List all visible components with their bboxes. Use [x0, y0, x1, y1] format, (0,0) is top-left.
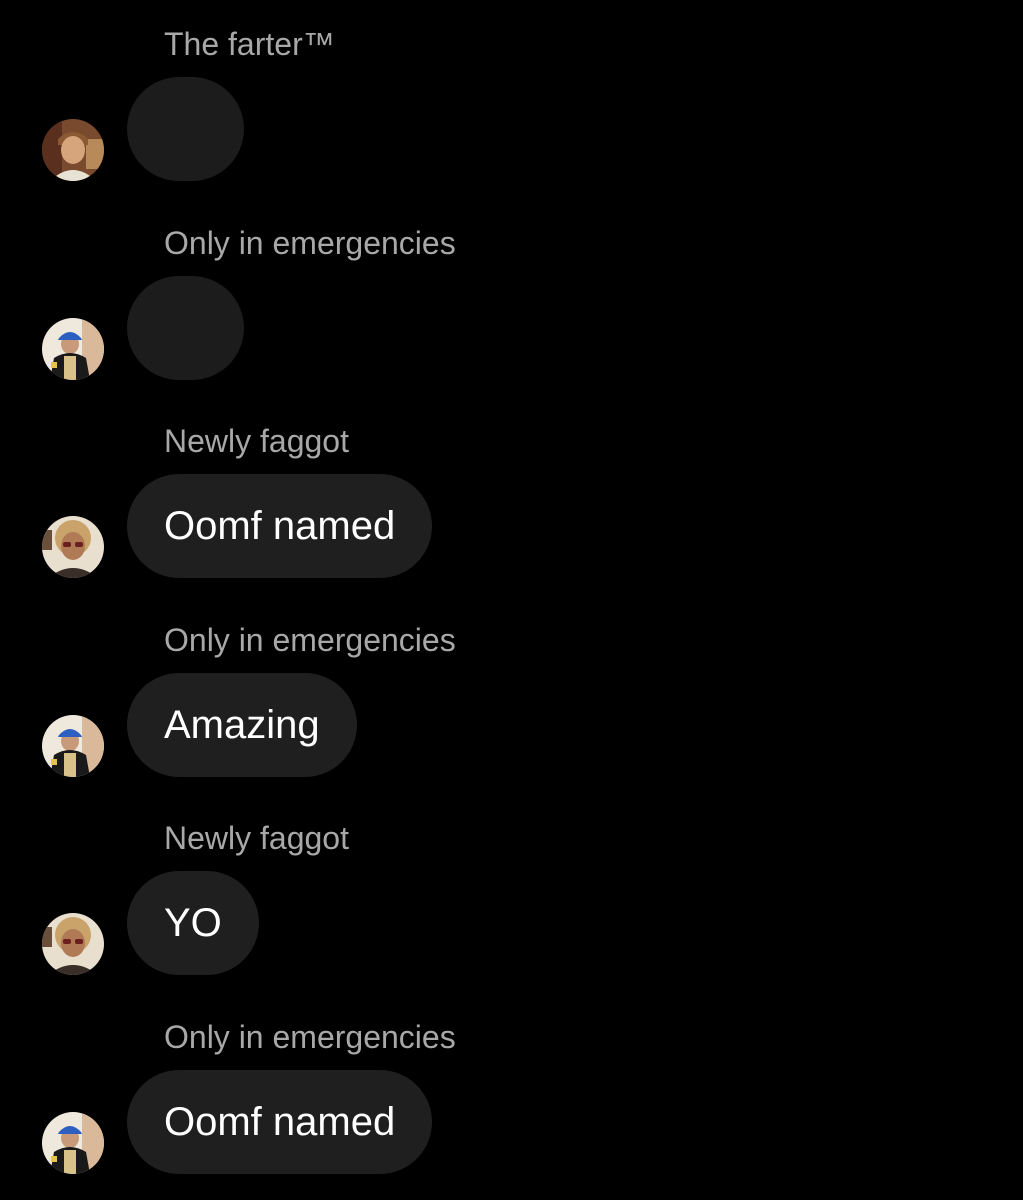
avatar-photo-man-curly-hair-icon: [42, 516, 104, 578]
message-thread[interactable]: The farter™ Only in emergencies Newly fa…: [0, 0, 1023, 1200]
avatar[interactable]: [42, 516, 104, 578]
sender-name: Only in emergencies: [164, 622, 456, 658]
avatar[interactable]: [42, 913, 104, 975]
message-group: Only in emergencies Oomf named: [0, 993, 1023, 1183]
sender-name: Newly faggot: [164, 423, 349, 459]
message-group: Only in emergencies: [0, 199, 1023, 389]
avatar-photo-man-brown-hair-icon: [42, 119, 104, 181]
message-bubble[interactable]: Oomf named: [127, 1070, 433, 1174]
sender-name: Newly faggot: [164, 820, 349, 856]
avatar-photo-man-curly-hair-icon: [42, 913, 104, 975]
message-group: Newly faggot YO: [0, 794, 1023, 984]
sender-name: The farter™: [164, 26, 335, 62]
message-group: The farter™: [0, 0, 1023, 190]
sender-name: Only in emergencies: [164, 225, 456, 261]
avatar-photo-man-blue-cap-icon: [42, 715, 104, 777]
avatar[interactable]: [42, 318, 104, 380]
sender-name: Only in emergencies: [164, 1019, 456, 1055]
avatar[interactable]: [42, 715, 104, 777]
message-bubble[interactable]: Amazing: [127, 673, 357, 777]
avatar-photo-man-blue-cap-icon: [42, 1112, 104, 1174]
message-bubble[interactable]: [127, 276, 244, 380]
message-group: Newly faggot Oomf named: [0, 397, 1023, 587]
message-bubble[interactable]: YO: [127, 871, 259, 975]
message-bubble[interactable]: Oomf named: [127, 474, 433, 578]
avatar-photo-man-blue-cap-icon: [42, 318, 104, 380]
message-group: Only in emergencies Amazing: [0, 596, 1023, 786]
message-bubble[interactable]: [127, 77, 244, 181]
avatar[interactable]: [42, 1112, 104, 1174]
avatar[interactable]: [42, 119, 104, 181]
